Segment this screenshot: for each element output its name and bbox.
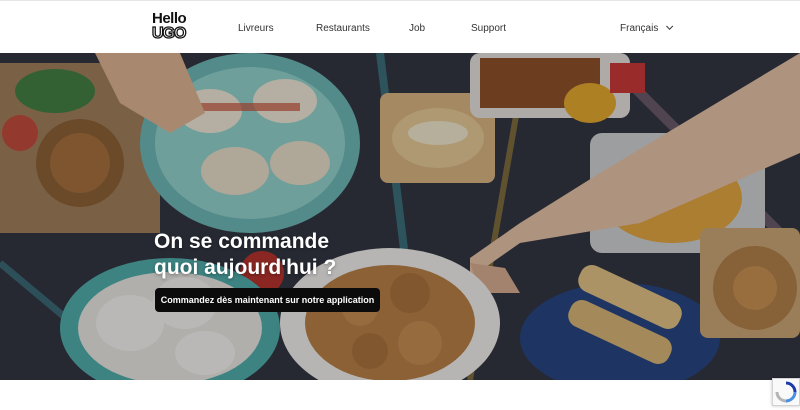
logo-line-1: Hello	[152, 10, 187, 27]
site-header: Hello UGO Livreurs Restaurants Job Suppo…	[0, 0, 800, 53]
language-selector[interactable]: Français	[620, 22, 674, 34]
hero-title-line-2: quoi aujourd'hui ?	[154, 256, 337, 279]
chevron-down-icon	[666, 22, 674, 30]
language-label: Français	[620, 23, 659, 34]
hello-ugo-logo[interactable]: Hello UGO	[151, 10, 194, 44]
recaptcha-icon	[775, 381, 797, 403]
hero-title: On se commande quoi aujourd'hui ?	[154, 229, 454, 281]
nav-livreurs[interactable]: Livreurs	[238, 23, 274, 34]
recaptcha-badge[interactable]	[772, 378, 800, 406]
order-app-button[interactable]: Commandez dès maintenant sur notre appli…	[155, 288, 380, 312]
hero-food-photo	[0, 53, 800, 380]
hero-title-line-1: On se commande	[154, 230, 330, 253]
nav-restaurants[interactable]: Restaurants	[316, 23, 370, 34]
nav-job[interactable]: Job	[409, 23, 425, 34]
hero-banner: On se commande quoi aujourd'hui ? Comman…	[0, 53, 800, 380]
nav-support[interactable]: Support	[471, 23, 506, 34]
logo-line-2: UGO	[151, 25, 187, 42]
